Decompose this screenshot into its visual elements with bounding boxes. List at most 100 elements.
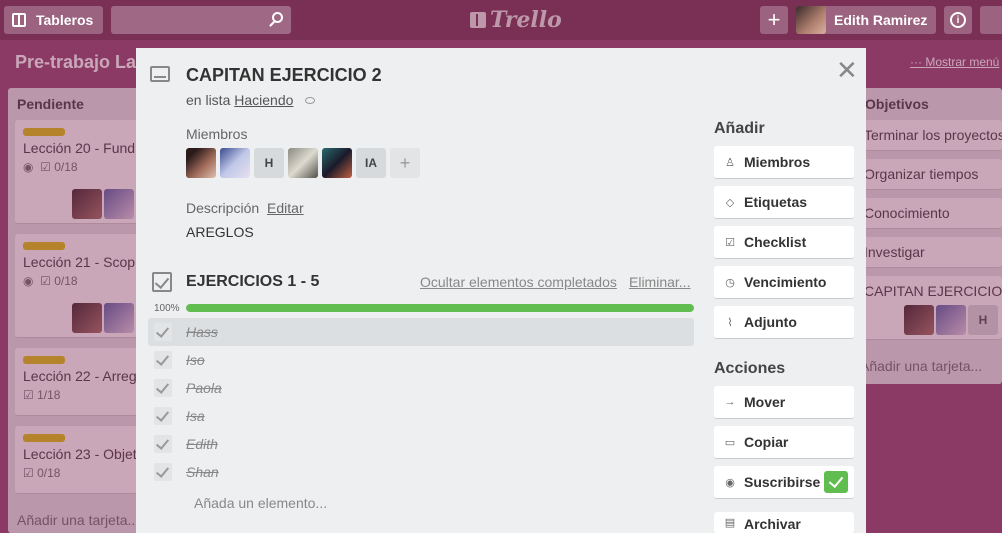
avatar (72, 189, 102, 219)
card-members (72, 303, 134, 333)
avatar[interactable]: IA (356, 148, 386, 178)
show-menu-link[interactable]: ··· Mostrar menú (910, 55, 999, 69)
edit-description-link[interactable]: Editar (267, 200, 304, 216)
checklist-item[interactable]: Paola (148, 374, 694, 402)
tag-icon: ◇ (725, 196, 735, 209)
list-card[interactable]: Lección 21 - Scop ◉ ☑ 0/18 (15, 234, 138, 338)
card-title: Conocimiento (864, 205, 950, 221)
checkbox[interactable] (154, 435, 172, 453)
archive-button-label: Archivar (744, 516, 801, 532)
add-checklist-item-input[interactable]: Añada un elemento... (194, 495, 327, 511)
avatar[interactable]: H (254, 148, 284, 178)
move-button-label: Mover (744, 394, 786, 410)
checkbox[interactable] (154, 351, 172, 369)
list-card[interactable]: Organizar tiempos (856, 159, 1002, 190)
checklist-item-text[interactable]: Hass (186, 324, 218, 340)
attachment-button[interactable]: ⌇ Adjunto (714, 306, 854, 339)
description-text[interactable]: AREGLOS (186, 224, 254, 240)
checklist-icon: ☑ (725, 236, 735, 249)
checklist-title[interactable]: EJERCICIOS 1 - 5 (186, 273, 319, 291)
card-label (23, 242, 65, 250)
info-button[interactable]: i (944, 6, 972, 34)
avatar (796, 6, 826, 34)
avatar[interactable] (288, 148, 318, 178)
description-heading: Descripción Editar (186, 200, 304, 216)
card-title: CAPITAN EJERCICIO (864, 283, 1002, 299)
list-card[interactable]: Lección 20 - Fund ◉ ☑ 0/18 (15, 120, 138, 224)
list-title[interactable]: Objetivos (856, 88, 1002, 120)
checklist-item-text[interactable]: Shan (186, 464, 219, 480)
boards-label: Tableros (36, 12, 94, 28)
checklist-button-label: Checklist (744, 234, 807, 250)
checkbox[interactable] (154, 463, 172, 481)
checkbox[interactable] (154, 379, 172, 397)
archive-button[interactable]: ▤ Archivar (714, 512, 854, 533)
list-card[interactable]: Investigar (856, 237, 1002, 268)
copy-button[interactable]: ▭ Copiar (714, 426, 854, 459)
add-member-button[interactable]: + (390, 148, 420, 178)
person-icon: ♙ (725, 156, 735, 169)
checklist-item-text[interactable]: Iso (186, 352, 205, 368)
list-card[interactable]: Lección 22 - Arreg ☑ 1/18 (15, 348, 138, 416)
checklist-item-text[interactable]: Paola (186, 380, 222, 396)
checklist-button[interactable]: ☑ Checklist (714, 226, 854, 259)
checklist-item[interactable]: Shan (148, 458, 694, 486)
card-title: Lección 20 - Fund (23, 140, 136, 156)
avatar[interactable] (322, 148, 352, 178)
checklist-item-text[interactable]: Edith (186, 436, 218, 452)
card-label (23, 128, 65, 136)
list-title[interactable]: Pendiente (8, 88, 138, 120)
user-menu-button[interactable]: Edith Ramirez (796, 6, 936, 34)
delete-checklist-link[interactable]: Eliminar... (629, 274, 690, 290)
avatar (104, 189, 134, 219)
list-card[interactable]: Conocimiento (856, 198, 1002, 229)
card-title: Lección 22 - Arreg (23, 368, 137, 384)
card-checklist-badge: ◉ ☑ 0/18 (23, 160, 78, 174)
checkbox[interactable] (154, 323, 172, 341)
add-card-link[interactable]: Añadir una tarjeta... (17, 512, 139, 528)
boards-button[interactable]: Tableros (4, 6, 103, 34)
members-button[interactable]: ♙ Miembros (714, 146, 854, 179)
checklist-item[interactable]: Isa (148, 402, 694, 430)
arrow-right-icon: → (724, 396, 736, 408)
members-button-label: Miembros (744, 154, 811, 170)
card-members: H (904, 305, 998, 335)
due-date-button[interactable]: ◷ Vencimiento (714, 266, 854, 299)
list-card[interactable]: Lección 23 - Objet ☑ 0/18 (15, 426, 138, 494)
checkbox[interactable] (154, 407, 172, 425)
trello-logo[interactable]: Trello (470, 6, 562, 34)
add-card-link[interactable]: Añadir una tarjeta... (860, 358, 982, 374)
move-button[interactable]: → Mover (714, 386, 854, 419)
checklist-item[interactable]: Iso (148, 346, 694, 374)
list-card[interactable]: CAPITAN EJERCICIO H (856, 276, 1002, 340)
checklist-item[interactable]: Edith (148, 430, 694, 458)
archive-icon: ▤ (724, 517, 736, 529)
search-icon[interactable] (272, 12, 283, 23)
card-title[interactable]: CAPITAN EJERCICIO 2 (186, 65, 382, 86)
board-title[interactable]: Pre-trabajo La (15, 52, 136, 73)
card-members (72, 189, 134, 219)
card-list-info: en lista Haciendo (186, 92, 316, 108)
subscribe-button[interactable]: ◉ Suscribirse (714, 466, 854, 499)
card-label (23, 356, 65, 364)
actions-heading: Acciones (714, 360, 786, 377)
list-card[interactable]: Terminar los proyectos (856, 120, 1002, 151)
avatar[interactable] (186, 148, 216, 178)
checklist-item[interactable]: Hass (148, 318, 694, 346)
close-icon[interactable]: ✕ (836, 57, 858, 83)
boards-icon (12, 13, 26, 27)
labels-button-label: Etiquetas (744, 194, 808, 210)
list-name-link[interactable]: Haciendo (234, 92, 293, 108)
labels-button[interactable]: ◇ Etiquetas (714, 186, 854, 219)
search-input[interactable] (111, 6, 291, 34)
copy-button-label: Copiar (744, 434, 789, 450)
add-button[interactable]: + (760, 6, 788, 34)
hide-completed-link[interactable]: Ocultar elementos completados (420, 274, 617, 290)
card-title: Investigar (864, 244, 925, 260)
card-title: Organizar tiempos (864, 166, 979, 182)
notifications-button[interactable] (980, 6, 1002, 34)
checklist-item-text[interactable]: Isa (186, 408, 205, 424)
progress-percent: 100% (154, 303, 180, 314)
list-objetivos: Objetivos Terminar los proyectos Organiz… (856, 88, 1002, 384)
avatar[interactable] (220, 148, 250, 178)
